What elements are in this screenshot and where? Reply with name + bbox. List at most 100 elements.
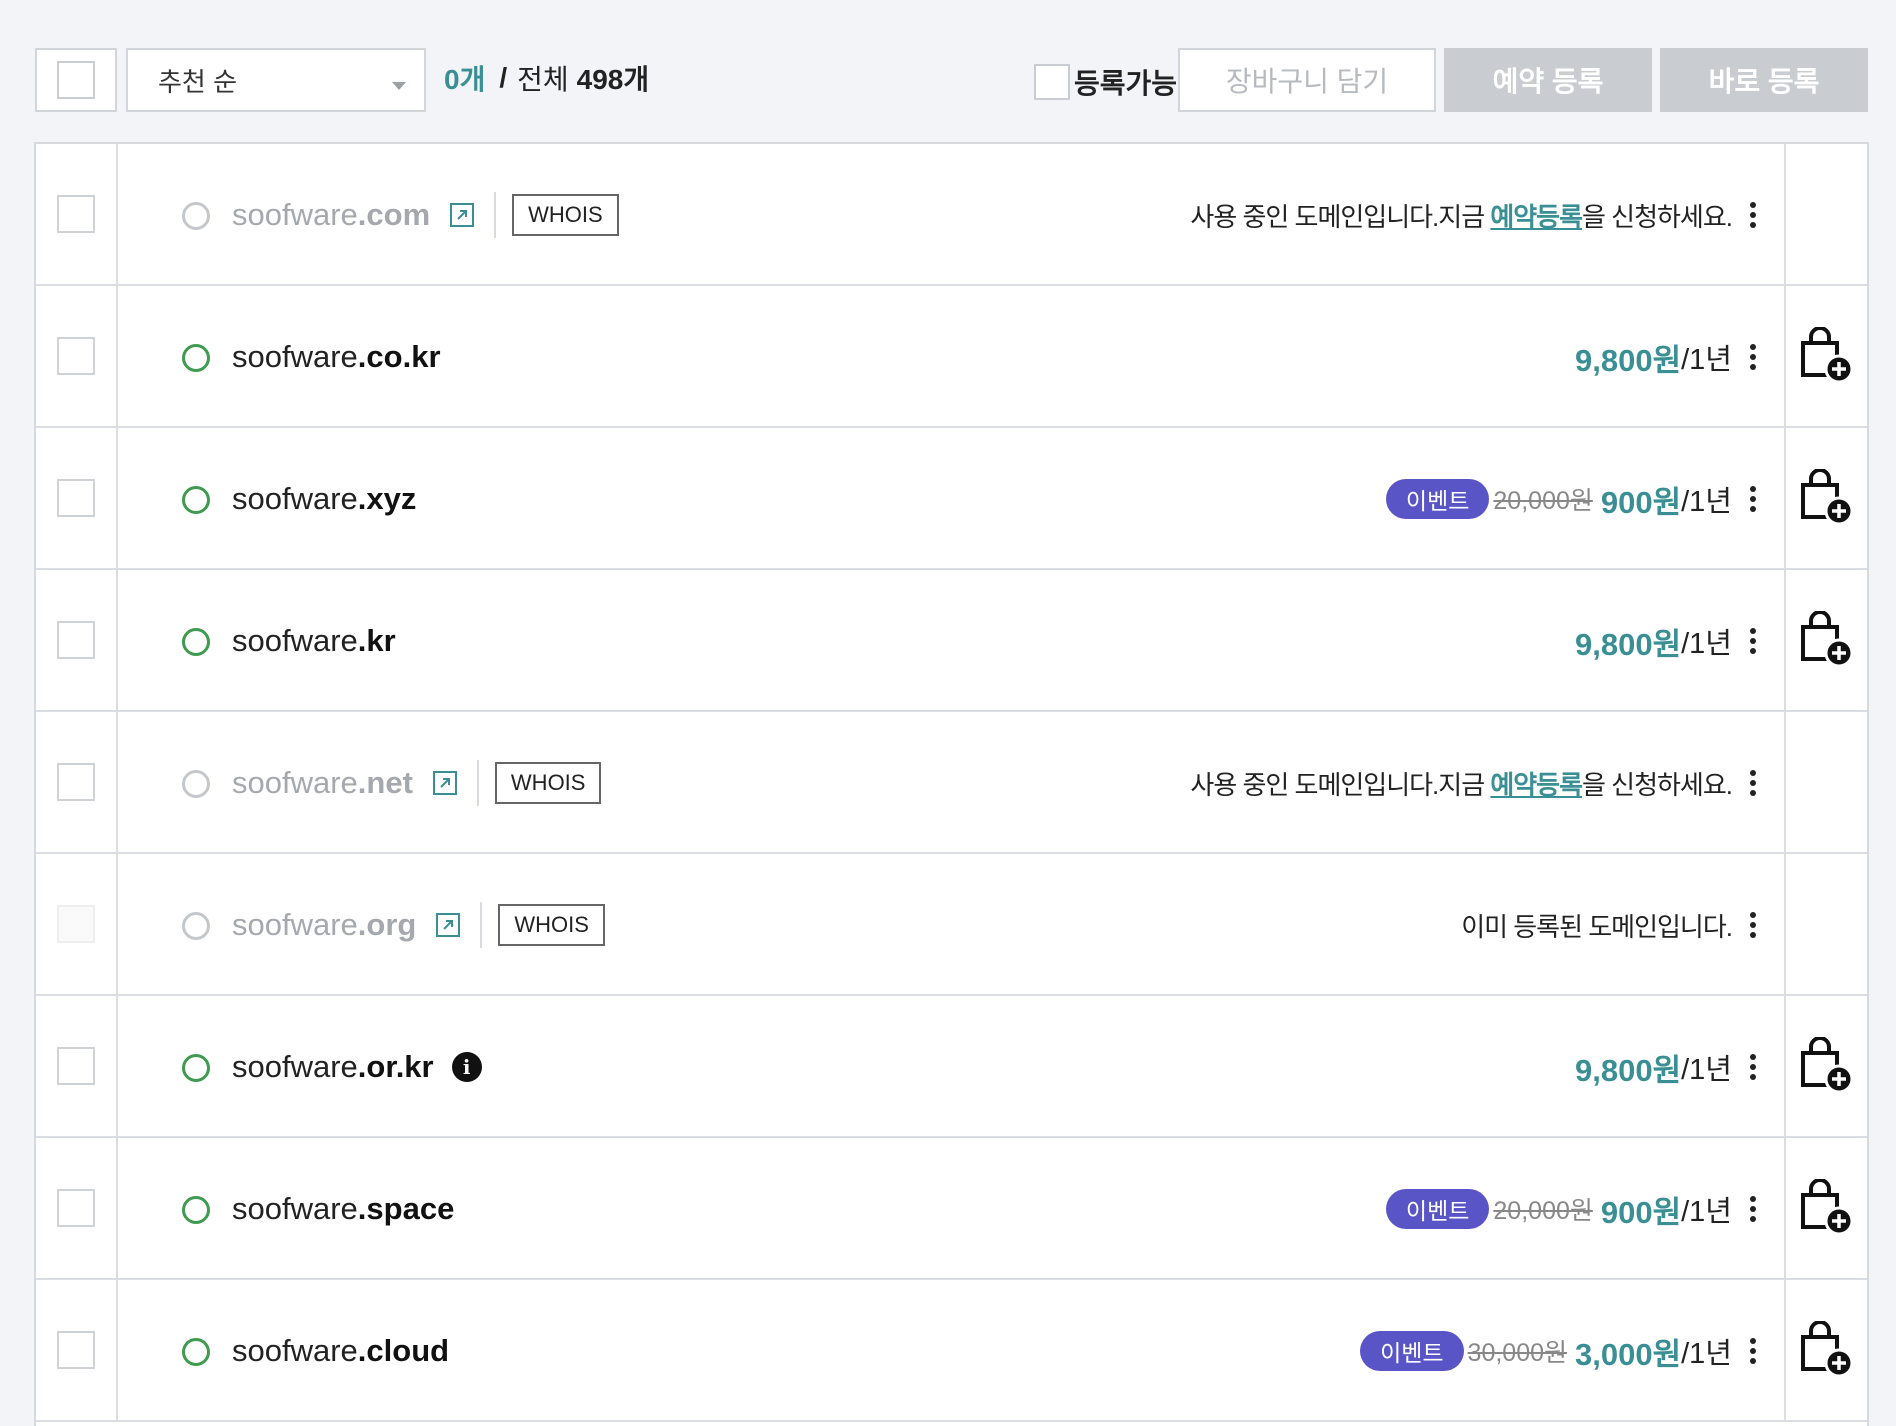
status-message-text: 사용 중인 도메인입니다.지금 — [1190, 769, 1491, 800]
status-dot-icon — [182, 1338, 210, 1366]
select-all-checkbox[interactable] — [35, 48, 117, 112]
row-main: soofware .com WHOIS 사용 중인 도메인입니다.지금 예약등록을… — [120, 144, 1782, 284]
table-row: soofware .org WHOIS 이미 등록된 도메인입니다. — [36, 854, 1867, 996]
domain-name: soofware .cloud — [232, 1328, 449, 1374]
available-only-checkbox[interactable] — [1034, 64, 1070, 100]
reserve-link[interactable]: 예약등록 — [1490, 770, 1583, 800]
row-checkbox[interactable] — [36, 144, 118, 284]
add-to-cart-button[interactable]: 장바구니 담기 — [1178, 48, 1436, 112]
checkbox-box — [57, 1189, 95, 1227]
whois-button[interactable]: WHOIS — [494, 762, 602, 804]
info-icon[interactable]: i — [451, 1052, 482, 1082]
table-row: soofware .co.kr 9,800원/1년 — [36, 286, 1867, 428]
status-dot-icon — [182, 770, 210, 798]
price-period: /1년 — [1681, 1196, 1732, 1228]
domain-name: soofware .xyz — [232, 476, 416, 522]
status-message-suffix: 을 신청하세요. — [1582, 201, 1733, 232]
row-main: soofware .xyz 이벤트 20,000원 900원/1년 — [120, 428, 1782, 568]
chevron-down-icon — [392, 82, 406, 90]
row-price: 이벤트 30,000원 3,000원/1년 — [1360, 1326, 1760, 1376]
more-options-icon[interactable] — [1746, 1331, 1760, 1371]
external-link-icon[interactable] — [450, 203, 475, 227]
more-options-icon[interactable] — [1746, 337, 1760, 377]
row-status: 사용 중인 도메인입니다.지금 예약등록을 신청하세요. — [1190, 190, 1760, 240]
whois-button[interactable]: WHOIS — [512, 194, 619, 236]
more-options-icon[interactable] — [1746, 1189, 1760, 1229]
table-row: soofware .space 이벤트 20,000원 900원/1년 — [36, 1138, 1867, 1280]
price: 3,000원 — [1575, 1336, 1682, 1372]
price: 9,800원 — [1575, 1052, 1682, 1088]
row-main: soofware .kr 9,800원/1년 — [120, 570, 1782, 710]
more-options-icon[interactable] — [1746, 195, 1760, 235]
event-badge: 이벤트 — [1385, 479, 1490, 519]
row-checkbox-disabled — [36, 854, 118, 994]
domain-base: soofware — [232, 1191, 358, 1226]
table-row: soofware .cloud 이벤트 30,000원 3,000원/1년 — [36, 1280, 1867, 1422]
row-price: 9,800원/1년 — [1575, 616, 1760, 666]
checkbox-box — [57, 61, 95, 99]
count-separator: / — [499, 62, 508, 93]
status-dot-icon — [182, 344, 210, 372]
status-dot-icon — [182, 628, 210, 656]
checkbox-box — [57, 763, 95, 801]
original-price: 30,000원 — [1467, 1339, 1568, 1367]
selected-count: 0개 — [444, 64, 486, 95]
domain-tld: .org — [357, 907, 417, 942]
domain-name: soofware .com WHOIS — [232, 192, 619, 238]
total-label: 전체 — [517, 64, 569, 95]
reserve-link[interactable]: 예약등록 — [1490, 202, 1583, 232]
domain-tld: .xyz — [357, 481, 417, 516]
add-to-cart-icon[interactable] — [1784, 996, 1867, 1136]
row-checkbox[interactable] — [36, 712, 118, 852]
row-checkbox[interactable] — [36, 570, 118, 710]
domain-base: soofware — [232, 339, 358, 374]
external-link-icon[interactable] — [432, 771, 457, 795]
row-price: 9,800원/1년 — [1575, 1042, 1760, 1092]
row-main: soofware .cloud 이벤트 30,000원 3,000원/1년 — [120, 1280, 1782, 1420]
status-dot-icon — [182, 486, 210, 514]
row-checkbox[interactable] — [36, 286, 118, 426]
event-badge: 이벤트 — [1360, 1331, 1464, 1371]
more-options-icon[interactable] — [1746, 621, 1760, 661]
available-only-filter[interactable]: 등록가능 — [1034, 64, 1177, 100]
more-options-icon[interactable] — [1746, 905, 1760, 945]
row-checkbox[interactable] — [36, 996, 118, 1136]
domain-tld: .or.kr — [357, 1049, 434, 1084]
divider — [476, 760, 479, 806]
domain-base: soofware — [232, 623, 358, 658]
checkbox-box — [57, 621, 95, 659]
sort-selected-value: 추천 순 — [158, 66, 237, 97]
original-price: 20,000원 — [1493, 1197, 1593, 1225]
row-main: soofware .org WHOIS 이미 등록된 도메인입니다. — [120, 854, 1782, 994]
divider — [480, 902, 483, 948]
row-checkbox[interactable] — [36, 1280, 118, 1420]
add-to-cart-icon[interactable] — [1784, 1138, 1867, 1278]
price-period: /1년 — [1681, 628, 1732, 660]
reserve-register-button[interactable]: 예약 등록 — [1444, 48, 1652, 112]
more-options-icon[interactable] — [1746, 763, 1760, 803]
row-status: 이미 등록된 도메인입니다. — [1461, 900, 1760, 950]
register-now-button[interactable]: 바로 등록 — [1660, 48, 1868, 112]
external-link-icon[interactable] — [436, 913, 461, 937]
row-main: soofware .space 이벤트 20,000원 900원/1년 — [120, 1138, 1782, 1278]
more-options-icon[interactable] — [1746, 479, 1760, 519]
whois-button[interactable]: WHOIS — [498, 904, 605, 946]
more-options-icon[interactable] — [1746, 1047, 1760, 1087]
price: 9,800원 — [1575, 626, 1682, 662]
checkbox-box — [57, 905, 95, 943]
sort-select[interactable]: 추천 순 — [126, 48, 426, 112]
add-to-cart-icon[interactable] — [1784, 1280, 1867, 1420]
add-to-cart-icon[interactable] — [1784, 286, 1867, 426]
checkbox-box — [57, 337, 95, 375]
add-to-cart-icon[interactable] — [1784, 570, 1867, 710]
price-period: /1년 — [1681, 344, 1732, 376]
domain-tld: .cloud — [357, 1333, 450, 1368]
domain-base: soofware — [232, 481, 358, 516]
divider — [494, 192, 497, 238]
row-main: soofware .co.kr 9,800원/1년 — [120, 286, 1782, 426]
checkbox-box — [57, 195, 95, 233]
row-checkbox[interactable] — [36, 428, 118, 568]
domain-tld: .kr — [357, 623, 396, 658]
add-to-cart-icon[interactable] — [1784, 428, 1867, 568]
row-checkbox[interactable] — [36, 1138, 118, 1278]
